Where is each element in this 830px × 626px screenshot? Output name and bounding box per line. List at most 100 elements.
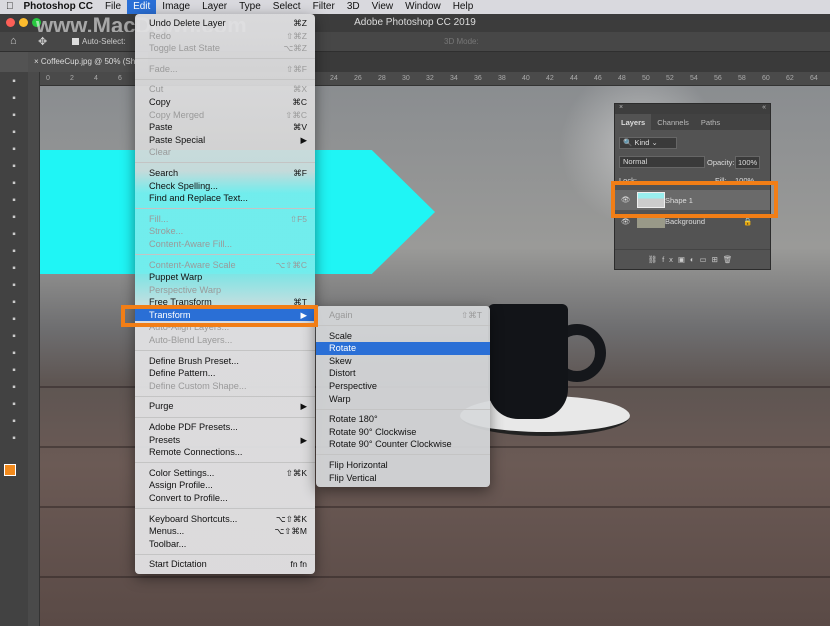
menu-item-undo-delete-layer[interactable]: Undo Delete Layer ⌘Z bbox=[135, 17, 315, 30]
menu-item-scale[interactable]: Scale bbox=[316, 330, 490, 343]
menu-item-stroke[interactable]: Stroke... bbox=[135, 225, 315, 238]
menu-3d[interactable]: 3D bbox=[341, 0, 366, 14]
move-tool-icon[interactable]: ✥ bbox=[38, 35, 47, 48]
auto-select-checkbox[interactable] bbox=[72, 38, 79, 45]
eraser-tool-icon[interactable]: ▪ bbox=[7, 263, 21, 275]
tab-layers[interactable]: Layers bbox=[615, 114, 652, 130]
eyedropper-tool-icon[interactable]: ▪ bbox=[7, 178, 21, 190]
visibility-eye-icon[interactable]: 👁 bbox=[621, 217, 631, 226]
menu-item-check-spelling[interactable]: Check Spelling... bbox=[135, 180, 315, 193]
layer-filter-select[interactable]: 🔍 Kind ⌄ bbox=[619, 137, 677, 149]
menu-item-convert-to-profile[interactable]: Convert to Profile... bbox=[135, 492, 315, 505]
close-panel-icon[interactable]: × « bbox=[615, 104, 770, 114]
menu-item-rotate-90-clockwise[interactable]: Rotate 90° Clockwise bbox=[316, 426, 490, 439]
menu-item-adobe-pdf-presets[interactable]: Adobe PDF Presets... bbox=[135, 421, 315, 434]
menu-item-content-aware-scale[interactable]: Content-Aware Scale ⌥⇧⌘C bbox=[135, 259, 315, 272]
menu-view[interactable]: View bbox=[366, 0, 400, 14]
hand-tool-icon[interactable]: ▪ bbox=[7, 399, 21, 411]
zoom-tool-icon[interactable]: ▪ bbox=[7, 416, 21, 428]
document-tab[interactable]: × CoffeeCup.jpg @ 50% (Sh bbox=[28, 52, 148, 72]
minimize-window-button[interactable] bbox=[19, 18, 28, 27]
pen-tool-icon[interactable]: ▪ bbox=[7, 331, 21, 343]
shape-tool-icon[interactable]: ▪ bbox=[7, 382, 21, 394]
tab-paths[interactable]: Paths bbox=[695, 114, 726, 130]
menu-item-redo[interactable]: Redo ⇧⌘Z bbox=[135, 30, 315, 43]
menu-separator bbox=[135, 395, 315, 397]
menu-image[interactable]: Image bbox=[156, 0, 196, 14]
blur-tool-icon[interactable]: ▪ bbox=[7, 297, 21, 309]
menu-item-clear[interactable]: Clear bbox=[135, 146, 315, 159]
menu-window[interactable]: Window bbox=[399, 0, 447, 14]
menu-item-define-custom-shape[interactable]: Define Custom Shape... bbox=[135, 380, 315, 393]
menu-item-purge[interactable]: Purge ▶ bbox=[135, 400, 315, 413]
healing-tool-icon[interactable]: ▪ bbox=[7, 195, 21, 207]
menu-item-puppet-warp[interactable]: Puppet Warp bbox=[135, 271, 315, 284]
menu-item-start-dictation[interactable]: Start Dictation fn fn bbox=[135, 558, 315, 571]
menu-item-search[interactable]: Search ⌘F bbox=[135, 167, 315, 180]
menu-item-toolbar[interactable]: Toolbar... bbox=[135, 538, 315, 551]
menu-item-fill[interactable]: Fill... ⇧F5 bbox=[135, 213, 315, 226]
menu-item-cut[interactable]: Cut ⌘X bbox=[135, 83, 315, 96]
menu-item-label: Undo Delete Layer bbox=[149, 18, 226, 28]
menu-item-copy[interactable]: Copy ⌘C bbox=[135, 96, 315, 109]
history-brush-tool-icon[interactable]: ▪ bbox=[7, 246, 21, 258]
blend-mode-select[interactable]: Normal bbox=[619, 156, 705, 168]
menu-item-perspective[interactable]: Perspective bbox=[316, 380, 490, 393]
menu-item-find-and-replace-text[interactable]: Find and Replace Text... bbox=[135, 192, 315, 205]
menu-app-name[interactable]: Photoshop CC bbox=[20, 0, 99, 14]
menu-filter[interactable]: Filter bbox=[307, 0, 341, 14]
foreground-color-swatch[interactable] bbox=[4, 464, 16, 476]
menu-item-auto-blend-layers[interactable]: Auto-Blend Layers... bbox=[135, 334, 315, 347]
home-icon[interactable]: ⌂ bbox=[10, 35, 17, 47]
menu-item-presets[interactable]: Presets ▶ bbox=[135, 434, 315, 447]
brush-tool-icon[interactable]: ▪ bbox=[7, 212, 21, 224]
menu-item-skew[interactable]: Skew bbox=[316, 355, 490, 368]
path-select-tool-icon[interactable]: ▪ bbox=[7, 365, 21, 377]
type-tool-icon[interactable]: ▪ bbox=[7, 348, 21, 360]
menu-item-color-settings[interactable]: Color Settings... ⇧⌘K bbox=[135, 467, 315, 480]
menu-item-define-brush-preset[interactable]: Define Brush Preset... bbox=[135, 355, 315, 368]
menu-file[interactable]: File bbox=[99, 0, 127, 14]
menu-select[interactable]: Select bbox=[267, 0, 307, 14]
close-window-button[interactable] bbox=[6, 18, 15, 27]
menu-item-paste-special[interactable]: Paste Special ▶ bbox=[135, 134, 315, 147]
menu-item-perspective-warp[interactable]: Perspective Warp bbox=[135, 284, 315, 297]
tab-channels[interactable]: Channels bbox=[651, 114, 695, 130]
menu-item-toggle-last-state[interactable]: Toggle Last State ⌥⌘Z bbox=[135, 42, 315, 55]
menu-item-paste[interactable]: Paste ⌘V bbox=[135, 121, 315, 134]
menu-item-assign-profile[interactable]: Assign Profile... bbox=[135, 479, 315, 492]
menu-item-copy-merged[interactable]: Copy Merged ⇧⌘C bbox=[135, 109, 315, 122]
menu-item-again[interactable]: Again ⇧⌘T bbox=[316, 309, 490, 322]
lasso-tool-icon[interactable]: ▪ bbox=[7, 110, 21, 122]
menu-type[interactable]: Type bbox=[233, 0, 267, 14]
menu-item-warp[interactable]: Warp bbox=[316, 393, 490, 406]
menu-help[interactable]: Help bbox=[447, 0, 480, 14]
marquee-tool-icon[interactable]: ▪ bbox=[7, 93, 21, 105]
menu-item-rotate-180[interactable]: Rotate 180° bbox=[316, 413, 490, 426]
frame-tool-icon[interactable]: ▪ bbox=[7, 161, 21, 173]
menu-item-fade[interactable]: Fade... ⇧⌘F bbox=[135, 63, 315, 76]
menu-item-menus[interactable]: Menus... ⌥⇧⌘M bbox=[135, 525, 315, 538]
dodge-tool-icon[interactable]: ▪ bbox=[7, 314, 21, 326]
menu-edit[interactable]: Edit bbox=[127, 0, 157, 14]
menu-item-flip-horizontal[interactable]: Flip Horizontal bbox=[316, 459, 490, 472]
menu-item-define-pattern[interactable]: Define Pattern... bbox=[135, 367, 315, 380]
menu-item-rotate-90-counter-clockwise[interactable]: Rotate 90° Counter Clockwise bbox=[316, 438, 490, 451]
menu-item-remote-connections[interactable]: Remote Connections... bbox=[135, 446, 315, 459]
quick-select-tool-icon[interactable]: ▪ bbox=[7, 127, 21, 139]
crop-tool-icon[interactable]: ▪ bbox=[7, 144, 21, 156]
menu-item-rotate[interactable]: Rotate bbox=[316, 342, 490, 355]
gradient-tool-icon[interactable]: ▪ bbox=[7, 280, 21, 292]
opacity-field[interactable]: 100% bbox=[735, 156, 761, 169]
menu-item-flip-vertical[interactable]: Flip Vertical bbox=[316, 472, 490, 485]
more-tool-icon[interactable]: ▪ bbox=[7, 433, 21, 445]
menu-item-content-aware-fill[interactable]: Content-Aware Fill... bbox=[135, 238, 315, 251]
move-tool-icon[interactable]: ▪ bbox=[7, 76, 21, 88]
menu-item-shortcut: ⌘Z bbox=[293, 18, 307, 28]
layers-footer-buttons[interactable]: ⛓fx▣◐▭⊞🗑 bbox=[615, 249, 770, 269]
stamp-tool-icon[interactable]: ▪ bbox=[7, 229, 21, 241]
menu-layer[interactable]: Layer bbox=[196, 0, 233, 14]
apple-icon[interactable]:  bbox=[0, 0, 20, 14]
menu-item-distort[interactable]: Distort bbox=[316, 367, 490, 380]
menu-item-keyboard-shortcuts[interactable]: Keyboard Shortcuts... ⌥⇧⌘K bbox=[135, 513, 315, 526]
